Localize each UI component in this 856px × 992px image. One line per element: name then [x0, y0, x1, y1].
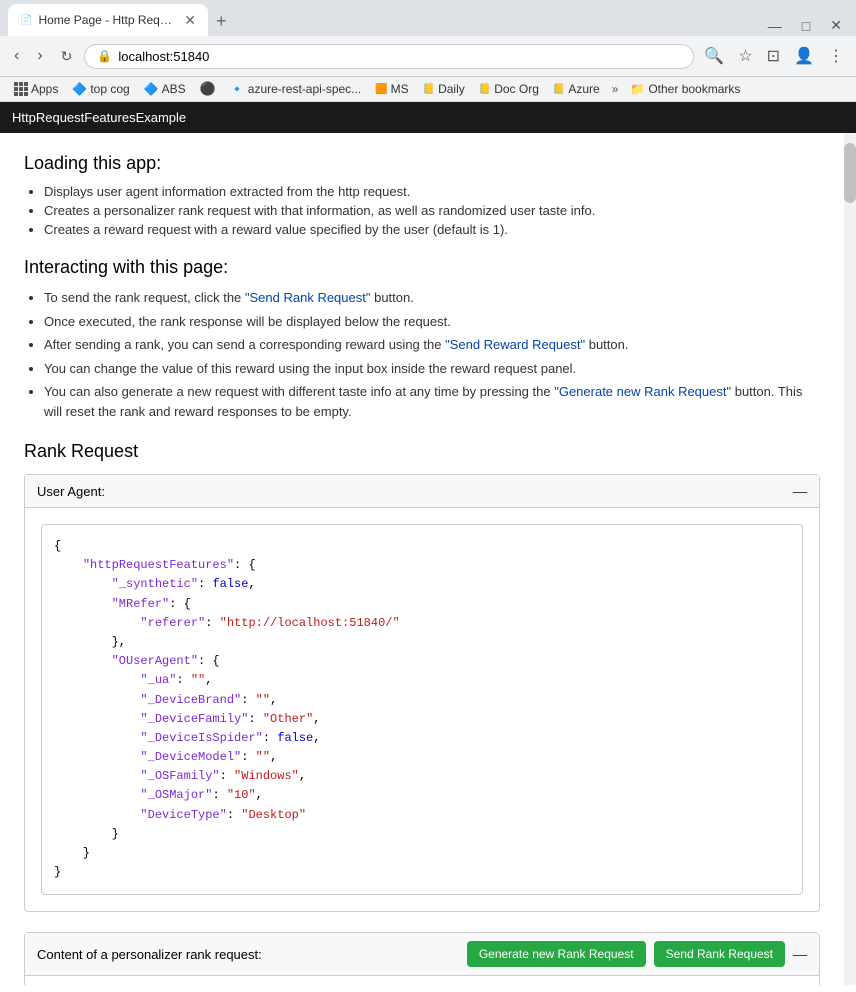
bookmark-doc-org-label: Doc Org — [494, 82, 539, 96]
browser-toolbar: ‹ › ↻ 🔒 🔍 ☆ ⊡ 👤 ⋮ — [0, 36, 856, 77]
tab-favicon: 📄 — [20, 15, 32, 26]
menu-icon[interactable]: ⋮ — [824, 42, 848, 70]
azure-rest-favicon: 🔹 — [230, 82, 245, 96]
extensions-icon[interactable]: ⊡ — [763, 42, 784, 70]
user-agent-minimize-button[interactable]: — — [793, 483, 807, 499]
new-tab-button[interactable]: + — [208, 7, 235, 36]
azure-favicon: 📒 — [553, 84, 565, 95]
personalizer-rank-card: Content of a personalizer rank request: … — [24, 932, 820, 985]
more-bookmarks-button[interactable]: » — [608, 80, 623, 98]
bookmark-star-icon[interactable]: ☆ — [734, 42, 756, 70]
bookmark-azure-rest-label: azure-rest-api-spec... — [248, 82, 361, 96]
user-agent-card-header: User Agent: — — [25, 475, 819, 508]
doc-org-favicon: 📒 — [479, 84, 491, 95]
toolbar-icons: 🔍 ☆ ⊡ 👤 ⋮ — [700, 42, 848, 70]
other-folder-icon: 📁 — [630, 82, 645, 96]
interacting-bullet-4: You can change the value of this reward … — [44, 359, 820, 379]
user-agent-card: User Agent: — { "httpRequestFeatures": {… — [24, 474, 820, 912]
user-agent-label: User Agent: — [37, 484, 105, 499]
address-input[interactable] — [118, 49, 681, 64]
bookmark-daily-label: Daily — [438, 82, 465, 96]
rank-request-heading: Rank Request — [24, 441, 820, 462]
bookmark-abs-label: ABS — [162, 82, 186, 96]
page-title: HttpRequestFeaturesExample — [12, 110, 186, 125]
window-controls: — □ ✕ — [762, 15, 848, 36]
loading-bullets: Displays user agent information extracte… — [44, 184, 820, 237]
close-button[interactable]: ✕ — [824, 15, 848, 36]
highlight-send-reward: "Send Reward Request" — [445, 337, 585, 352]
bookmark-ms[interactable]: 🟧 MS — [369, 80, 414, 98]
title-bar: 📄 Home Page - Http Request Featu... ✕ + … — [0, 0, 856, 36]
minimize-button[interactable]: — — [762, 16, 788, 36]
bookmarks-bar: Apps 🔷 top cog 🔷 ABS ⚫ 🔹 azure-rest-api-… — [0, 77, 856, 102]
bookmark-topcog-label: top cog — [90, 82, 129, 96]
interacting-bullet-1: To send the rank request, click the "Sen… — [44, 288, 820, 308]
bookmark-azure-label: Azure — [568, 82, 599, 96]
daily-favicon: 📒 — [423, 84, 435, 95]
bookmark-azure[interactable]: 📒 Azure — [547, 80, 606, 98]
abs-favicon: 🔷 — [144, 82, 159, 96]
personalizer-rank-card-body: { "contextFeatures": [ { "time": "night"… — [25, 976, 819, 985]
highlight-send-rank: "Send Rank Request" — [245, 290, 371, 305]
page-content: Loading this app: Displays user agent in… — [0, 133, 844, 985]
bookmark-daily[interactable]: 📒 Daily — [417, 80, 471, 98]
bookmark-ms-label: MS — [391, 82, 409, 96]
user-agent-card-body: { "httpRequestFeatures": { "_synthetic":… — [25, 508, 819, 911]
bookmark-azure-rest[interactable]: 🔹 azure-rest-api-spec... — [224, 80, 367, 98]
personalizer-minimize-button[interactable]: — — [793, 946, 807, 962]
apps-icon — [14, 82, 28, 96]
interacting-bullet-5: You can also generate a new request with… — [44, 382, 820, 421]
back-button[interactable]: ‹ — [8, 43, 25, 69]
loading-bullet-2: Creates a personalizer rank request with… — [44, 203, 820, 218]
bookmark-topcog[interactable]: 🔷 top cog — [66, 80, 135, 98]
generate-rank-request-button[interactable]: Generate new Rank Request — [467, 941, 646, 967]
user-agent-json: { "httpRequestFeatures": { "_synthetic":… — [41, 524, 803, 895]
loading-heading: Loading this app: — [24, 153, 820, 174]
interacting-heading: Interacting with this page: — [24, 257, 820, 278]
page-title-bar: HttpRequestFeaturesExample — [0, 102, 856, 133]
maximize-button[interactable]: □ — [796, 16, 816, 36]
bookmark-other-label: Other bookmarks — [648, 82, 740, 96]
profile-icon[interactable]: 👤 — [790, 42, 818, 70]
interacting-section: Interacting with this page: To send the … — [24, 257, 820, 421]
loading-bullet-3: Creates a reward request with a reward v… — [44, 222, 820, 237]
ms-favicon: 🟧 — [375, 84, 387, 95]
interacting-bullet-2: Once executed, the rank response will be… — [44, 312, 820, 332]
tab-title: Home Page - Http Request Featu... — [38, 13, 178, 27]
active-tab[interactable]: 📄 Home Page - Http Request Featu... ✕ — [8, 4, 208, 36]
page-container: Loading this app: Displays user agent in… — [0, 133, 856, 985]
refresh-button[interactable]: ↻ — [55, 44, 79, 69]
scrollbar[interactable] — [844, 133, 856, 985]
github-icon: ⚫ — [200, 81, 216, 97]
interacting-bullet-3: After sending a rank, you can send a cor… — [44, 335, 820, 355]
personalizer-rank-label: Content of a personalizer rank request: — [37, 947, 262, 962]
tab-close-button[interactable]: ✕ — [184, 12, 196, 29]
personalizer-rank-card-header: Content of a personalizer rank request: … — [25, 933, 819, 976]
interacting-bullets: To send the rank request, click the "Sen… — [44, 288, 820, 421]
bookmark-other[interactable]: 📁 Other bookmarks — [624, 80, 746, 98]
loading-bullet-1: Displays user agent information extracte… — [44, 184, 820, 199]
bookmark-apps[interactable]: Apps — [8, 80, 64, 98]
search-icon[interactable]: 🔍 — [700, 42, 728, 70]
loading-section: Loading this app: Displays user agent in… — [24, 153, 820, 237]
send-rank-request-button[interactable]: Send Rank Request — [654, 941, 785, 967]
bookmark-github[interactable]: ⚫ — [194, 79, 222, 99]
bookmark-apps-label: Apps — [31, 82, 58, 96]
lock-icon: 🔒 — [97, 49, 112, 63]
bookmark-doc-org[interactable]: 📒 Doc Org — [473, 80, 545, 98]
bookmark-abs[interactable]: 🔷 ABS — [138, 80, 192, 98]
highlight-generate: "Generate new Rank Request" — [554, 384, 731, 399]
card-header-actions: Generate new Rank Request Send Rank Requ… — [467, 941, 807, 967]
topcog-favicon: 🔷 — [72, 82, 87, 96]
forward-button[interactable]: › — [31, 43, 48, 69]
address-bar[interactable]: 🔒 — [84, 44, 694, 69]
scrollbar-thumb[interactable] — [844, 143, 856, 203]
